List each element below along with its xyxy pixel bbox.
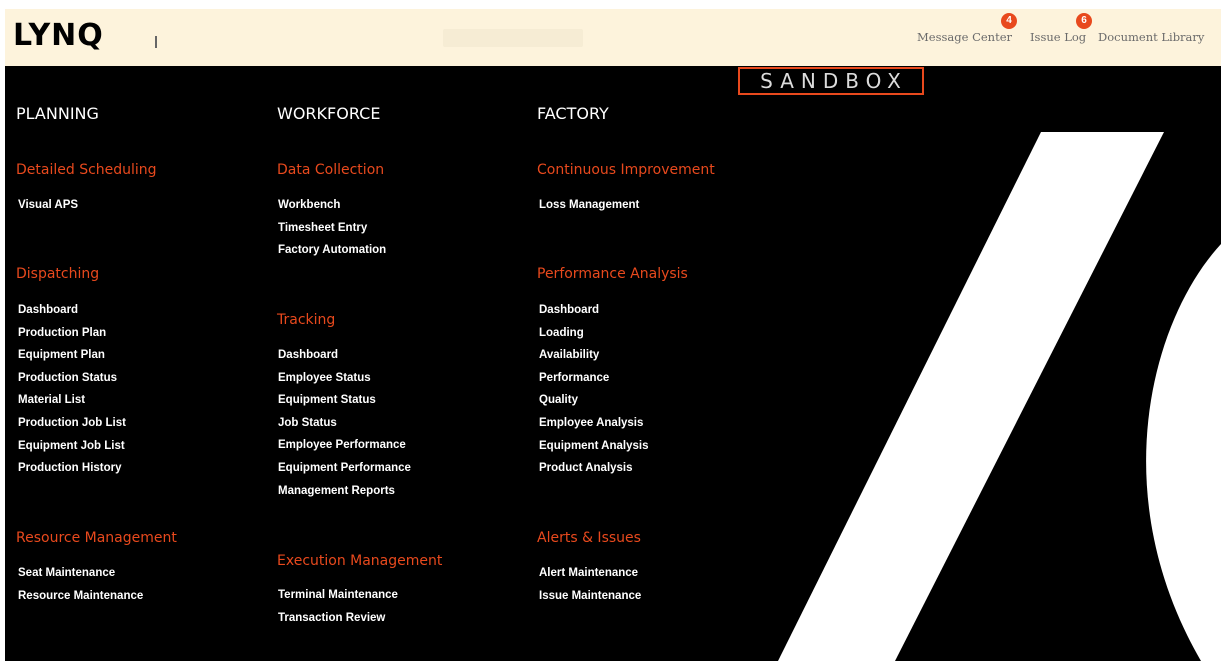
continuous-improvement-list: Loss Management [539,194,639,217]
menu-item-product-analysis[interactable]: Product Analysis [539,457,649,480]
menu-item-issue-maintenance[interactable]: Issue Maintenance [539,585,641,608]
menu-item-equipment-job-list[interactable]: Equipment Job List [18,435,126,458]
dispatching-heading: Dispatching [16,266,100,282]
menu-item-workbench[interactable]: Workbench [278,194,386,217]
message-center-badge: 4 [1001,13,1017,29]
sandbox-label: SANDBOX [738,67,924,95]
dispatching-list: Dashboard Production Plan Equipment Plan… [18,299,126,480]
performance-analysis-list: Dashboard Loading Availability Performan… [539,299,649,480]
menu-item-equipment-performance[interactable]: Equipment Performance [278,457,411,480]
menu-item-seat-maintenance[interactable]: Seat Maintenance [18,562,143,585]
menu-item-loss-management[interactable]: Loss Management [539,194,639,217]
menu-item-resource-maintenance[interactable]: Resource Maintenance [18,585,143,608]
menu-item-material-list[interactable]: Material List [18,389,126,412]
menu-item-employee-performance[interactable]: Employee Performance [278,434,411,457]
factory-heading: FACTORY [537,104,609,123]
execution-management-heading: Execution Management [277,553,443,569]
header-placeholder-bar [443,29,583,47]
top-bar: LYNQ Message Center 4 Issue Log 6 Docume… [5,9,1221,66]
main-menu-panel: SANDBOX PLANNING Detailed Scheduling Vis… [5,66,1221,661]
menu-item-equipment-analysis[interactable]: Equipment Analysis [539,435,649,458]
menu-item-equipment-plan[interactable]: Equipment Plan [18,344,126,367]
menu-item-employee-analysis[interactable]: Employee Analysis [539,412,649,435]
menu-item-dispatching-dashboard[interactable]: Dashboard [18,299,126,322]
tracking-list: Dashboard Employee Status Equipment Stat… [278,344,411,502]
menu-item-equipment-status[interactable]: Equipment Status [278,389,411,412]
menu-item-quality[interactable]: Quality [539,389,649,412]
data-collection-heading: Data Collection [277,162,385,178]
logo-divider [155,36,157,48]
menu-item-transaction-review[interactable]: Transaction Review [278,607,398,630]
issue-log-link[interactable]: Issue Log [1030,30,1086,44]
lynq-logo[interactable]: LYNQ [13,20,104,52]
data-collection-list: Workbench Timesheet Entry Factory Automa… [278,194,386,262]
tracking-heading: Tracking [277,312,336,328]
document-library-link[interactable]: Document Library [1098,30,1204,44]
menu-item-tracking-dashboard[interactable]: Dashboard [278,344,411,367]
menu-item-availability[interactable]: Availability [539,344,649,367]
menu-item-production-job-list[interactable]: Production Job List [18,412,126,435]
planning-heading: PLANNING [16,104,99,123]
execution-management-list: Terminal Maintenance Transaction Review [278,584,398,629]
menu-item-factory-automation[interactable]: Factory Automation [278,239,386,262]
resource-management-list: Seat Maintenance Resource Maintenance [18,562,143,607]
menu-item-employee-status[interactable]: Employee Status [278,367,411,390]
menu-item-terminal-maintenance[interactable]: Terminal Maintenance [278,584,398,607]
menu-item-timesheet-entry[interactable]: Timesheet Entry [278,217,386,240]
menu-item-job-status[interactable]: Job Status [278,412,411,435]
menu-item-management-reports[interactable]: Management Reports [278,480,411,503]
alerts-issues-heading: Alerts & Issues [537,530,641,546]
detailed-scheduling-heading: Detailed Scheduling [16,162,157,178]
menu-item-loading[interactable]: Loading [539,322,649,345]
workforce-heading: WORKFORCE [277,104,381,123]
message-center-link[interactable]: Message Center [917,30,1012,44]
resource-management-heading: Resource Management [16,530,177,546]
detailed-scheduling-list: Visual APS [18,194,78,217]
alerts-issues-list: Alert Maintenance Issue Maintenance [539,562,641,607]
menu-item-production-history[interactable]: Production History [18,457,126,480]
menu-item-production-status[interactable]: Production Status [18,367,126,390]
menu-item-performance[interactable]: Performance [539,367,649,390]
menu-item-performance-dashboard[interactable]: Dashboard [539,299,649,322]
continuous-improvement-heading: Continuous Improvement [537,162,715,178]
menu-item-alert-maintenance[interactable]: Alert Maintenance [539,562,641,585]
menu-item-production-plan[interactable]: Production Plan [18,322,126,345]
menu-item-visual-aps[interactable]: Visual APS [18,194,78,217]
performance-analysis-heading: Performance Analysis [537,266,688,282]
issue-log-badge: 6 [1076,13,1092,29]
